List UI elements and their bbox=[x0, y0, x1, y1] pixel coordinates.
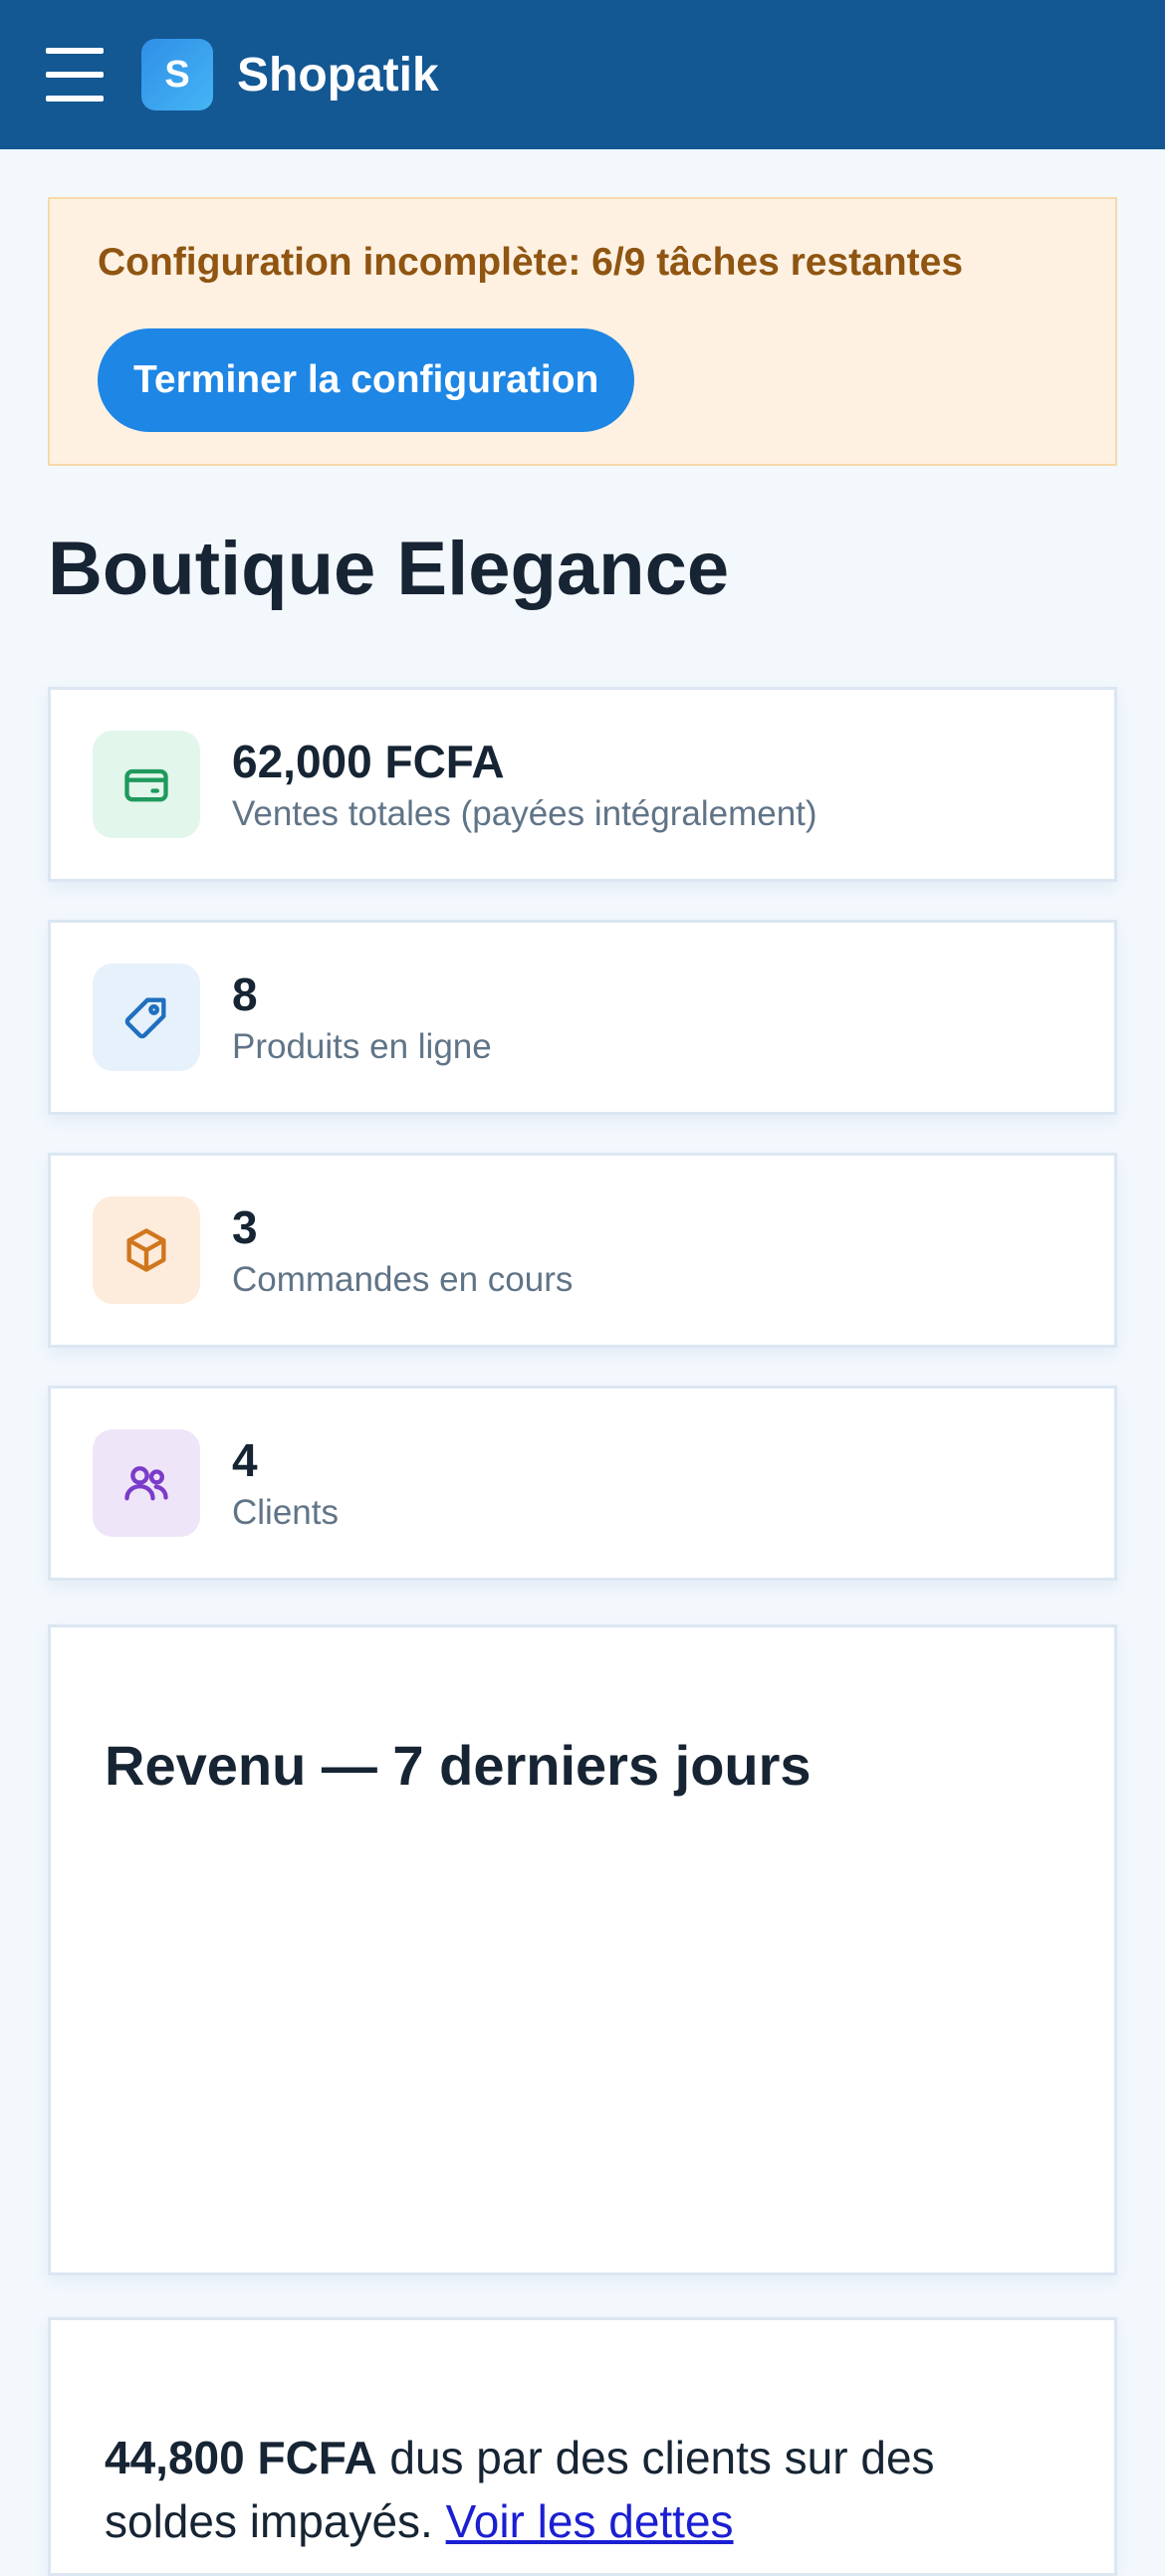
debts-summary: 44,800 FCFA dus par des clients sur des … bbox=[105, 2426, 1066, 2553]
menu-icon[interactable] bbox=[46, 48, 104, 102]
box-icon bbox=[93, 1196, 200, 1304]
stat-label: Commandes en cours bbox=[232, 1260, 574, 1299]
stat-card-sales[interactable]: 62,000 FCFA Ventes totales (payées intég… bbox=[48, 687, 1117, 882]
stat-label: Ventes totales (payées intégralement) bbox=[232, 794, 817, 833]
revenue-chart-area bbox=[105, 1826, 1060, 2225]
users-icon bbox=[93, 1429, 200, 1537]
setup-banner-message: Configuration incomplète: 6/9 tâches res… bbox=[98, 241, 964, 284]
debts-panel: 44,800 FCFA dus par des clients sur des … bbox=[48, 2317, 1117, 2576]
stat-card-products[interactable]: 8 Produits en ligne bbox=[48, 920, 1117, 1115]
debts-amount: 44,800 FCFA bbox=[105, 2432, 377, 2483]
stat-value: 4 bbox=[232, 1434, 258, 1486]
view-debts-link[interactable]: Voir les dettes bbox=[446, 2495, 734, 2547]
top-bar: S Shopatik bbox=[0, 0, 1165, 149]
revenue-panel-title: Revenu — 7 derniers jours bbox=[105, 1734, 812, 1797]
stat-card-customers[interactable]: 4 Clients bbox=[48, 1386, 1117, 1581]
stat-value: 8 bbox=[232, 968, 258, 1020]
tag-icon bbox=[93, 964, 200, 1071]
menu-icon-line bbox=[46, 72, 104, 78]
brand-logo[interactable]: S bbox=[141, 39, 213, 110]
finish-setup-button[interactable]: Terminer la configuration bbox=[98, 328, 635, 432]
stat-value: 3 bbox=[232, 1201, 258, 1253]
stat-card-orders[interactable]: 3 Commandes en cours bbox=[48, 1153, 1117, 1348]
brand-name[interactable]: Shopatik bbox=[237, 48, 439, 103]
menu-icon-line bbox=[46, 96, 104, 102]
revenue-panel: Revenu — 7 derniers jours bbox=[48, 1624, 1117, 2275]
stat-label: Clients bbox=[232, 1493, 339, 1532]
stat-label: Produits en ligne bbox=[232, 1027, 492, 1066]
menu-icon-line bbox=[46, 48, 104, 54]
page-title: Boutique Elegance bbox=[48, 527, 730, 611]
credit-card-icon bbox=[93, 731, 200, 838]
setup-banner: Configuration incomplète: 6/9 tâches res… bbox=[48, 197, 1117, 466]
stat-value: 62,000 FCFA bbox=[232, 736, 505, 787]
